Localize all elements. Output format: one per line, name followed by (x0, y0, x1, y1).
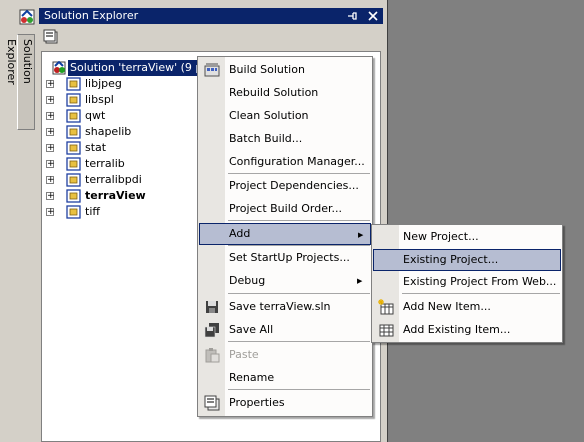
menu-item-existing-project-from-web[interactable]: Existing Project From Web... (373, 271, 561, 293)
project-icon (66, 189, 81, 203)
project-label[interactable]: terralib (85, 156, 125, 172)
menu-item-label: Rename (229, 371, 275, 384)
menu-item-add-existing-item[interactable]: Add Existing Item... (373, 319, 561, 341)
menu-item-label: New Project... (403, 230, 479, 243)
menu-item-label: Project Dependencies... (229, 179, 359, 192)
project-icon (66, 141, 81, 155)
build-icon (204, 62, 220, 78)
solution-explorer-side-tab[interactable]: Solution Explorer (5, 34, 35, 130)
project-label[interactable]: qwt (85, 108, 105, 124)
menu-item-label: Set StartUp Projects... (229, 251, 350, 264)
expand-icon[interactable]: + (46, 128, 55, 137)
menu-item-add-new-item[interactable]: Add New Item... (373, 296, 561, 318)
panel-toolbar (39, 24, 383, 50)
save-all-icon (204, 322, 220, 338)
menu-item-batch-build[interactable]: Batch Build... (199, 128, 371, 150)
menu-item-new-project[interactable]: New Project... (373, 226, 561, 248)
menu-item-label: Build Solution (229, 63, 305, 76)
solution-context-menu: Build Solution Rebuild Solution Clean Solu… (197, 56, 373, 417)
properties-icon (204, 395, 220, 411)
expand-icon[interactable]: + (46, 80, 55, 89)
submenu-arrow-icon: ▶ (358, 231, 364, 239)
expand-icon[interactable]: + (46, 112, 55, 121)
project-icon (66, 77, 81, 91)
project-icon (66, 205, 81, 219)
menu-item-label: Rebuild Solution (229, 86, 319, 99)
project-icon (66, 157, 81, 171)
project-icon (66, 93, 81, 107)
add-submenu: New Project... Existing Project... Existin… (371, 224, 563, 343)
project-label[interactable]: terralibpdi (85, 172, 142, 188)
properties-toolbar-icon[interactable] (43, 28, 61, 46)
panel-titlebar[interactable]: Solution Explorer (39, 8, 383, 24)
menu-item-existing-project[interactable]: Existing Project... (373, 249, 561, 271)
editor-area (387, 0, 584, 442)
menu-item-label: Clean Solution (229, 109, 309, 122)
project-label[interactable]: libjpeg (85, 76, 122, 92)
menu-item-label: Debug (229, 274, 266, 287)
menu-item-label: Save terraView.sln (229, 300, 331, 313)
add-existing-item-icon (378, 322, 394, 338)
menu-item-label: Add (229, 227, 251, 240)
menu-item-paste: Paste (199, 344, 371, 366)
project-icon (66, 109, 81, 123)
menu-separator (402, 293, 560, 294)
menu-item-label: Configuration Manager... (229, 155, 365, 168)
menu-item-label: Add Existing Item... (403, 323, 511, 336)
expand-icon[interactable]: + (46, 144, 55, 153)
menu-item-set-startup-projects[interactable]: Set StartUp Projects... (199, 247, 371, 269)
menu-separator (228, 293, 370, 294)
menu-separator (228, 341, 370, 342)
panel-title: Solution Explorer (44, 9, 139, 22)
project-label[interactable]: tiff (85, 204, 100, 220)
menu-item-rebuild-solution[interactable]: Rebuild Solution (199, 82, 371, 104)
save-icon (204, 299, 220, 315)
paste-icon (204, 347, 220, 363)
menu-item-build-solution[interactable]: Build Solution (199, 59, 371, 81)
menu-separator (228, 245, 370, 246)
side-tab-label: Solution Explorer (5, 39, 34, 85)
menu-separator (228, 173, 370, 174)
menu-item-add[interactable]: Add ▶ (199, 223, 371, 245)
menu-item-rename[interactable]: Rename (199, 367, 371, 389)
submenu-arrow-icon: ▶ (357, 277, 363, 285)
expand-icon[interactable]: + (46, 96, 55, 105)
menu-item-label: Batch Build... (229, 132, 303, 145)
menu-item-save-all[interactable]: Save All (199, 319, 371, 341)
solution-explorer-app-icon (19, 9, 35, 25)
menu-item-label: Existing Project From Web... (403, 275, 557, 288)
menu-item-save-terraview-sln[interactable]: Save terraView.sln (199, 296, 371, 318)
menu-item-configuration-manager[interactable]: Configuration Manager... (199, 151, 371, 173)
expand-icon[interactable]: + (46, 160, 55, 169)
solution-label[interactable]: Solution 'terraView' (9 proje (68, 60, 216, 76)
menu-item-label: Project Build Order... (229, 202, 342, 215)
project-label[interactable]: shapelib (85, 124, 131, 140)
menu-item-label: Add New Item... (403, 300, 491, 313)
menu-item-label: Properties (229, 396, 285, 409)
menu-item-debug[interactable]: Debug ▶ (199, 270, 371, 292)
project-label[interactable]: libspl (85, 92, 114, 108)
menu-item-label: Paste (229, 348, 259, 361)
menu-item-clean-solution[interactable]: Clean Solution (199, 105, 371, 127)
expand-icon[interactable]: + (46, 192, 55, 201)
menu-separator (228, 389, 370, 390)
close-icon[interactable] (366, 9, 380, 23)
solution-icon (52, 60, 67, 75)
expand-icon[interactable]: + (46, 176, 55, 185)
expand-icon[interactable]: + (46, 208, 55, 217)
pin-icon[interactable] (345, 10, 359, 22)
menu-separator (228, 220, 370, 221)
project-icon (66, 125, 81, 139)
project-icon (66, 173, 81, 187)
menu-item-project-dependencies[interactable]: Project Dependencies... (199, 175, 371, 197)
menu-item-label: Existing Project... (403, 253, 499, 266)
project-label[interactable]: stat (85, 140, 106, 156)
menu-item-project-build-order[interactable]: Project Build Order... (199, 198, 371, 220)
menu-item-label: Save All (229, 323, 274, 336)
project-label[interactable]: terraView (85, 188, 146, 204)
add-new-item-icon (378, 299, 394, 315)
menu-item-properties[interactable]: Properties (199, 392, 371, 414)
